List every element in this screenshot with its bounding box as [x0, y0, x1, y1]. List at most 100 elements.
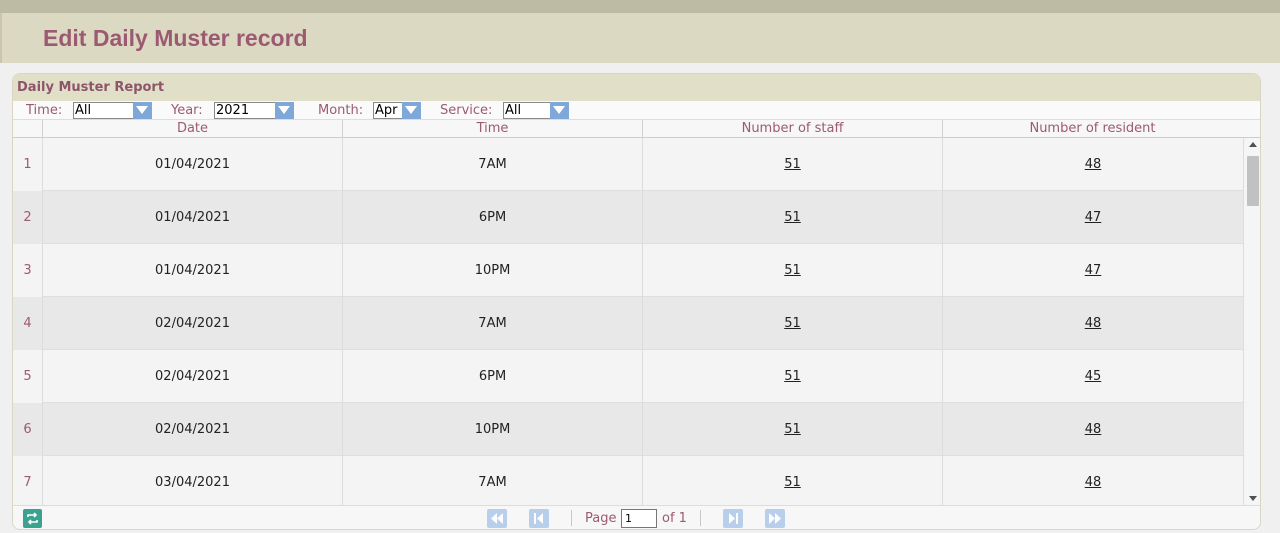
pager-separator	[700, 510, 701, 526]
date-cell: 02/04/2021	[42, 403, 342, 456]
page-header: Edit Daily Muster record	[0, 13, 1280, 63]
table-row[interactable]: 2 01/04/2021 6PM 51 47	[13, 191, 1243, 244]
column-header-staff[interactable]: Number of staff	[642, 120, 942, 138]
time-filter-label: Time:	[26, 103, 63, 118]
page-label: Page	[585, 511, 617, 526]
page-number-input[interactable]: 1	[621, 509, 657, 528]
scrollbar-thumb[interactable]	[1247, 156, 1259, 206]
filter-bar: Time: All Year: 2021 Month: Apr Service:…	[13, 101, 1260, 120]
pager-separator	[571, 510, 572, 526]
time-cell: 10PM	[342, 403, 642, 456]
resident-cell: 48	[942, 403, 1243, 456]
last-page-icon[interactable]	[765, 509, 785, 528]
time-filter-select[interactable]: All	[73, 102, 152, 119]
staff-count-link[interactable]: 51	[784, 316, 801, 331]
panel-title: Daily Muster Report	[17, 80, 165, 95]
table-row[interactable]: 6 02/04/2021 10PM 51 48	[13, 403, 1243, 456]
daily-muster-panel: Daily Muster Report Time: All Year: 2021…	[12, 73, 1261, 530]
service-filter-value: All	[505, 103, 522, 118]
time-cell: 7AM	[342, 297, 642, 350]
top-strip	[0, 0, 1280, 13]
table-row[interactable]: 1 01/04/2021 7AM 51 48	[13, 138, 1243, 191]
prev-page-icon[interactable]	[529, 509, 549, 528]
vertical-scrollbar[interactable]	[1243, 138, 1260, 505]
staff-cell: 51	[642, 138, 942, 191]
date-cell: 01/04/2021	[42, 138, 342, 191]
first-page-icon[interactable]	[487, 509, 507, 528]
staff-cell: 51	[642, 297, 942, 350]
row-number: 4	[13, 297, 42, 350]
staff-count-link[interactable]: 51	[784, 157, 801, 172]
year-filter-select[interactable]: 2021	[214, 102, 294, 119]
row-number: 1	[13, 138, 42, 191]
staff-count-link[interactable]: 51	[784, 422, 801, 437]
time-cell: 7AM	[342, 138, 642, 191]
time-cell: 7AM	[342, 456, 642, 505]
service-filter-label: Service:	[440, 103, 493, 118]
time-filter-value: All	[75, 103, 92, 118]
resident-count-link[interactable]: 48	[1085, 422, 1102, 437]
next-page-icon[interactable]	[723, 509, 743, 528]
table-row[interactable]: 7 03/04/2021 7AM 51 48	[13, 456, 1243, 505]
column-header-resident[interactable]: Number of resident	[942, 120, 1242, 138]
panel-header: Daily Muster Report	[13, 74, 1260, 101]
time-cell: 6PM	[342, 191, 642, 244]
staff-count-link[interactable]: 51	[784, 263, 801, 278]
pager-bar: Page 1 of 1	[13, 505, 1260, 529]
staff-cell: 51	[642, 191, 942, 244]
resident-count-link[interactable]: 47	[1085, 263, 1102, 278]
resident-cell: 48	[942, 297, 1243, 350]
refresh-icon[interactable]	[23, 509, 42, 528]
resident-count-link[interactable]: 48	[1085, 157, 1102, 172]
resident-cell: 45	[942, 350, 1243, 403]
staff-count-link[interactable]: 51	[784, 475, 801, 490]
page-of-label: of 1	[662, 511, 687, 526]
resident-cell: 48	[942, 138, 1243, 191]
resident-count-link[interactable]: 48	[1085, 475, 1102, 490]
year-filter-label: Year:	[171, 103, 203, 118]
row-number: 3	[13, 244, 42, 297]
time-cell: 10PM	[342, 244, 642, 297]
column-header-row: Date Time Number of staff Number of resi…	[13, 120, 1260, 138]
column-header-time[interactable]: Time	[342, 120, 642, 138]
chevron-down-icon[interactable]	[275, 102, 294, 119]
scroll-down-icon[interactable]	[1249, 496, 1257, 501]
table-row[interactable]: 4 02/04/2021 7AM 51 48	[13, 297, 1243, 350]
chevron-down-icon[interactable]	[133, 102, 152, 119]
row-number: 7	[13, 456, 42, 505]
resident-count-link[interactable]: 45	[1085, 369, 1102, 384]
date-cell: 01/04/2021	[42, 191, 342, 244]
date-cell: 02/04/2021	[42, 350, 342, 403]
month-filter-select[interactable]: Apr	[373, 102, 421, 119]
table-row[interactable]: 3 01/04/2021 10PM 51 47	[13, 244, 1243, 297]
staff-count-link[interactable]: 51	[784, 210, 801, 225]
column-header-date[interactable]: Date	[42, 120, 342, 138]
staff-cell: 51	[642, 350, 942, 403]
resident-cell: 47	[942, 191, 1243, 244]
date-cell: 02/04/2021	[42, 297, 342, 350]
time-cell: 6PM	[342, 350, 642, 403]
staff-cell: 51	[642, 244, 942, 297]
resident-count-link[interactable]: 48	[1085, 316, 1102, 331]
scroll-up-icon[interactable]	[1249, 142, 1257, 147]
row-number: 6	[13, 403, 42, 456]
chevron-down-icon[interactable]	[550, 102, 569, 119]
page-title: Edit Daily Muster record	[43, 25, 308, 51]
table-body: 1 01/04/2021 7AM 51 48 2 01/04/2021 6PM …	[13, 138, 1243, 505]
staff-cell: 51	[642, 403, 942, 456]
service-filter-select[interactable]: All	[503, 102, 569, 119]
chevron-down-icon[interactable]	[402, 102, 421, 119]
row-number: 2	[13, 191, 42, 244]
resident-count-link[interactable]: 47	[1085, 210, 1102, 225]
row-number: 5	[13, 350, 42, 403]
resident-cell: 48	[942, 456, 1243, 505]
month-filter-label: Month:	[318, 103, 364, 118]
staff-cell: 51	[642, 456, 942, 505]
date-cell: 01/04/2021	[42, 244, 342, 297]
year-filter-value: 2021	[216, 103, 250, 118]
date-cell: 03/04/2021	[42, 456, 342, 505]
staff-count-link[interactable]: 51	[784, 369, 801, 384]
resident-cell: 47	[942, 244, 1243, 297]
table-row[interactable]: 5 02/04/2021 6PM 51 45	[13, 350, 1243, 403]
month-filter-value: Apr	[375, 103, 398, 118]
